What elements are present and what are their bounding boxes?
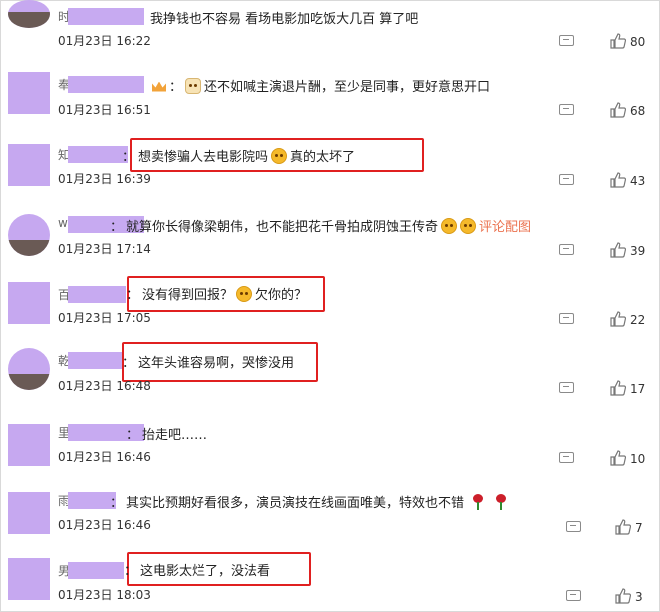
comment-time: 01月23日 17:05 [58, 311, 151, 325]
avatar[interactable] [8, 348, 50, 390]
username-redacted [68, 146, 128, 163]
comment-icon[interactable] [559, 244, 574, 255]
comment-icon[interactable] [559, 382, 574, 393]
emoji-icon [185, 77, 202, 94]
comment-icon[interactable] [566, 590, 581, 601]
comment-time: 01月23日 16:48 [58, 379, 151, 393]
avatar[interactable] [8, 558, 50, 600]
comment-text: ： 就算你长得像梁朝伟，也不能把花千骨拍成阴蚀王传奇 评论配图 [110, 216, 531, 235]
comment-text: ： 抬走吧…… [126, 424, 207, 443]
like-count: 22 [630, 313, 646, 327]
comment-body: 还不如喊主演退片酬，至少是同事，更好意思开口 [204, 80, 491, 95]
comment-time: 01月23日 18:03 [58, 588, 151, 602]
username-redacted [68, 8, 144, 25]
username-initial: w [58, 216, 68, 230]
colon: ： [122, 356, 136, 371]
comment-text: ： 想卖惨骗人去电影院吗 真的太坏了 [122, 146, 355, 165]
rose-icon [473, 493, 484, 510]
username-redacted [68, 286, 126, 303]
comment-body: 抬走吧…… [142, 428, 208, 443]
emoji-icon [271, 147, 288, 164]
comment-body: 就算你长得像梁朝伟，也不能把花千骨拍成阴蚀王传奇 [126, 220, 439, 235]
like-count: 68 [630, 104, 646, 118]
like-count: 3 [635, 590, 643, 604]
comment-text: ： 还不如喊主演退片酬，至少是同事，更好意思开口 [152, 76, 490, 95]
thumbs-up-icon[interactable] [610, 450, 626, 466]
crown-icon [152, 80, 166, 92]
avatar[interactable] [8, 72, 50, 114]
thumbs-up-icon[interactable] [610, 380, 626, 396]
thumbs-up-icon[interactable] [610, 102, 626, 118]
comment-icon[interactable] [566, 521, 581, 532]
like-count: 43 [630, 174, 646, 188]
colon: ： [122, 150, 136, 165]
like-count: 17 [630, 382, 646, 396]
username-redacted [68, 562, 124, 579]
colon: ： [126, 428, 140, 443]
comment-icon[interactable] [559, 313, 574, 324]
username-redacted [68, 76, 144, 93]
colon: ： [169, 80, 183, 95]
like-count: 10 [630, 452, 646, 466]
colon: ： [124, 564, 138, 579]
rose-icon [496, 493, 507, 510]
avatar[interactable] [8, 214, 50, 256]
avatar[interactable] [8, 144, 50, 186]
colon: ： [126, 288, 140, 303]
username-redacted [68, 352, 124, 369]
comment-time: 01月23日 16:22 [58, 34, 151, 48]
like-count: 7 [635, 521, 643, 535]
avatar[interactable] [8, 492, 50, 534]
comment-body: 其实比预期好看很多，演员演技在线画面唯美，特效也不错 [126, 496, 465, 511]
comment-time: 01月23日 17:14 [58, 242, 151, 256]
emoji-icon [441, 217, 458, 234]
comment-body: 这电影太烂了，没法看 [140, 564, 271, 579]
comment-body-tail: 真的太坏了 [290, 150, 356, 165]
comment-image-link[interactable]: 评论配图 [479, 216, 531, 235]
colon: ： [110, 496, 124, 511]
username-redacted [68, 492, 116, 509]
thumbs-up-icon[interactable] [610, 33, 626, 49]
comment-time: 01月23日 16:51 [58, 103, 151, 117]
comment-text: ： 没有得到回报？ 欠你的？ [126, 284, 307, 303]
comment-body: 我挣钱也不容易 看场电影加吃饭大几百 算了吧 [150, 12, 419, 27]
comment-body: 这年头谁容易啊，哭惨没用 [138, 356, 295, 371]
comment-text: ： 这年头谁容易啊，哭惨没用 [122, 352, 294, 371]
thumbs-up-icon[interactable] [610, 311, 626, 327]
emoji-icon [460, 217, 477, 234]
comment-icon[interactable] [559, 174, 574, 185]
avatar[interactable] [8, 0, 50, 28]
comment-text: ： 这电影太烂了，没法看 [124, 560, 270, 579]
comment-time: 01月23日 16:46 [58, 518, 151, 532]
like-count: 80 [630, 35, 646, 49]
avatar[interactable] [8, 424, 50, 466]
comment-icon[interactable] [559, 35, 574, 46]
thumbs-up-icon[interactable] [610, 242, 626, 258]
thumbs-up-icon[interactable] [610, 172, 626, 188]
emoji-icon [236, 285, 253, 302]
like-count: 39 [630, 244, 646, 258]
comment-body: 想卖惨骗人去电影院吗 [138, 150, 269, 165]
avatar[interactable] [8, 282, 50, 324]
comment-time: 01月23日 16:46 [58, 450, 151, 464]
comment-body-tail: 欠你的？ [255, 288, 308, 303]
comment-text: ： 其实比预期好看很多，演员演技在线画面唯美，特效也不错 [110, 492, 507, 511]
thumbs-up-icon[interactable] [615, 588, 631, 604]
comment-text: 我挣钱也不容易 看场电影加吃饭大几百 算了吧 [150, 8, 418, 27]
thumbs-up-icon[interactable] [615, 519, 631, 535]
comment-body: 没有得到回报？ [142, 288, 234, 303]
colon: ： [110, 220, 124, 235]
comment-time: 01月23日 16:39 [58, 172, 151, 186]
comment-icon[interactable] [559, 104, 574, 115]
comment-icon[interactable] [559, 452, 574, 463]
